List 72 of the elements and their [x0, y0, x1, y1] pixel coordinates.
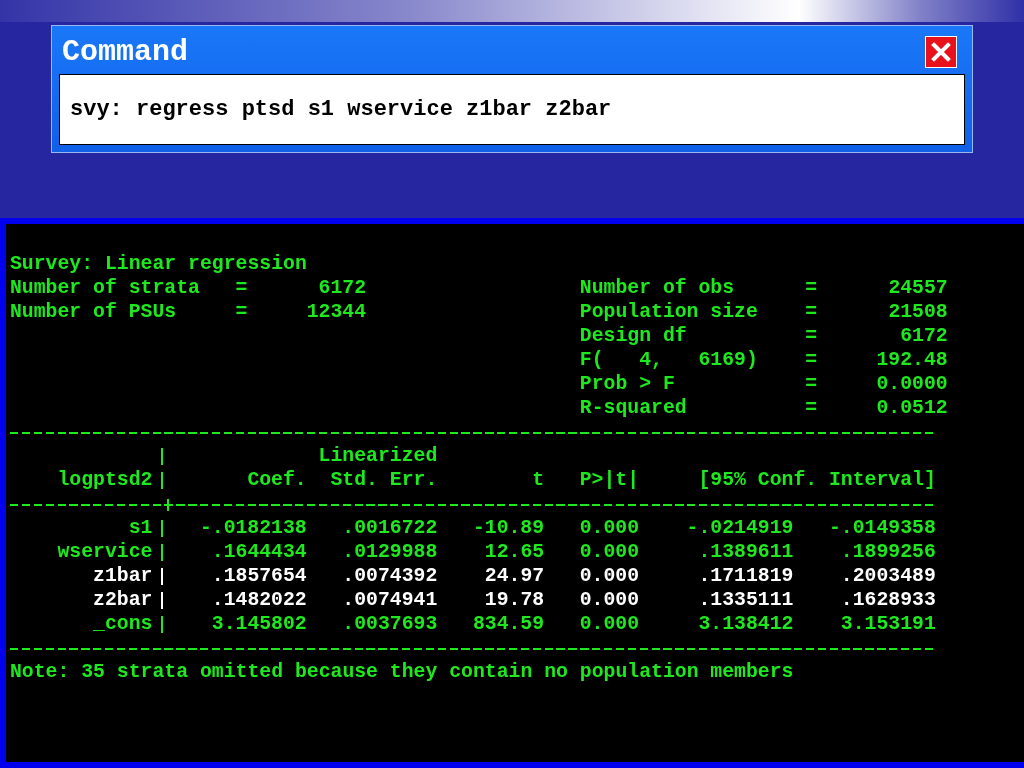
- table-cell-text: 0.000: [578, 564, 640, 588]
- note-text: Note: 35 strata omitted because they contain no population members: [10, 660, 794, 684]
- table-cell-text: .1711819: [697, 564, 794, 588]
- variable-name: wservice: [56, 540, 153, 564]
- equals-sign: =: [805, 396, 818, 420]
- table-cell-text: .1482022: [210, 588, 307, 612]
- equals-sign: =: [805, 372, 818, 396]
- table-cell-text: 12.65: [483, 540, 545, 564]
- stat-value: 0.0000: [875, 372, 948, 396]
- table-cell-text: 0.000: [578, 612, 640, 636]
- stat-label: Number of obs: [579, 276, 736, 300]
- table-cell-text: -.0214919: [685, 516, 794, 540]
- column-header: Linearized: [317, 444, 438, 468]
- column-header: Std. Err.: [329, 468, 438, 492]
- table-cell-text: .1389611: [697, 540, 794, 564]
- table-cell-text: .0129988: [341, 540, 438, 564]
- table-cell-text: .0074392: [341, 564, 438, 588]
- stat-value: 6172: [899, 324, 948, 348]
- table-cell-text: .0016722: [341, 516, 438, 540]
- equals-sign: =: [805, 324, 818, 348]
- stat-label: Prob > F: [579, 372, 676, 396]
- table-cell-text: 3.153191: [839, 612, 936, 636]
- table-cell-text: .2003489: [839, 564, 936, 588]
- table-cell-text: .1644434: [210, 540, 307, 564]
- variable-name: s1: [127, 516, 153, 540]
- table-cell-text: .1899256: [839, 540, 936, 564]
- stat-value: 12344: [305, 300, 367, 324]
- close-icon: [930, 41, 952, 63]
- stat-label: F( 4, 6169): [579, 348, 759, 372]
- stat-label: Population size: [579, 300, 759, 324]
- stat-label: Number of PSUs: [10, 300, 178, 324]
- table-cell-text: 0.000: [578, 588, 640, 612]
- table-cell-text: .0074941: [341, 588, 438, 612]
- table-cell-text: -.0149358: [828, 516, 936, 540]
- close-button[interactable]: [925, 36, 957, 68]
- table-cell-text: .1857654: [210, 564, 307, 588]
- column-header: t: [531, 468, 545, 492]
- table-cell-text: 24.97: [483, 564, 545, 588]
- table-cell-text: 0.000: [578, 516, 640, 540]
- command-field[interactable]: svy: regress ptsd s1 wservice z1bar z2bar: [59, 74, 965, 145]
- window-title: Command: [62, 35, 189, 69]
- equals-sign: =: [235, 276, 248, 300]
- table-cell-text: -.0182138: [198, 516, 307, 540]
- table-cell-text: 834.59: [471, 612, 545, 636]
- table-cell-text: .1335111: [697, 588, 794, 612]
- dependent-variable: logptsd2: [56, 468, 153, 492]
- table-cell-text: 3.145802: [210, 612, 307, 636]
- variable-name: z1bar: [92, 564, 153, 588]
- column-header: Coef.: [246, 468, 307, 492]
- variable-name: _cons: [92, 612, 153, 636]
- stat-label: Number of strata: [10, 276, 201, 300]
- stat-value: 0.0512: [875, 396, 948, 420]
- table-cell-text: .1628933: [839, 588, 936, 612]
- column-header: [95% Conf. Interval]: [697, 468, 936, 492]
- equals-sign: =: [805, 276, 818, 300]
- equals-sign: =: [805, 348, 818, 372]
- column-header: P>|t|: [578, 468, 640, 492]
- table-cell-text: 3.138412: [697, 612, 794, 636]
- stat-value: 24557: [887, 276, 948, 300]
- output-title: Survey: Linear regression: [10, 252, 307, 276]
- table-cell-text: .0037693: [341, 612, 438, 636]
- stat-value: 6172: [317, 276, 367, 300]
- variable-name: z2bar: [92, 588, 153, 612]
- stat-label: Design df: [579, 324, 688, 348]
- equals-sign: =: [805, 300, 818, 324]
- table-cell-text: 0.000: [578, 540, 640, 564]
- equals-sign: =: [235, 300, 248, 324]
- table-cell-text: 19.78: [483, 588, 545, 612]
- table-cell-text: -10.89: [471, 516, 545, 540]
- stat-value: 192.48: [875, 348, 948, 372]
- stat-label: R-squared: [579, 396, 688, 420]
- stat-value: 21508: [887, 300, 948, 324]
